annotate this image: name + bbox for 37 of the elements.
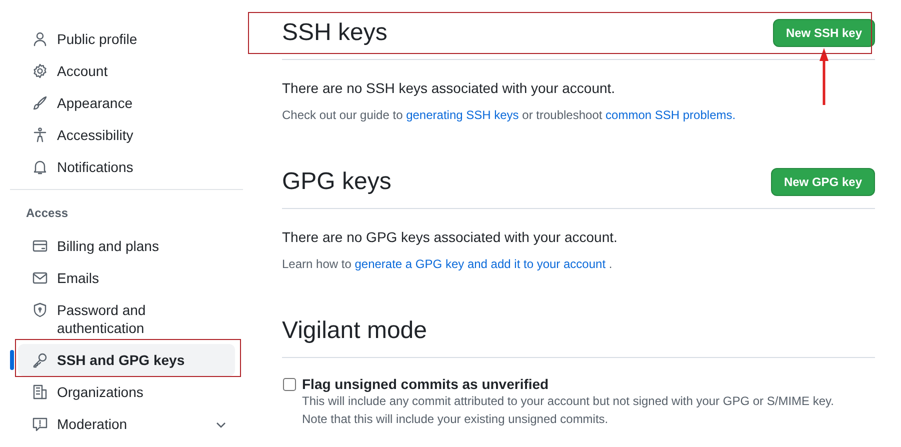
sidebar-item[interactable]: SSH and GPG keys bbox=[18, 344, 235, 376]
sidebar-item[interactable]: Appearance bbox=[18, 87, 235, 119]
empty-message: There are no GPG keys associated with your account. bbox=[282, 228, 618, 247]
sidebar-item[interactable]: Moderation bbox=[18, 408, 235, 440]
section-heading: Access bbox=[25, 205, 70, 222]
option-description: This will include any commit attributed to your account but not signed with your GPG or S/MIME key. bbox=[302, 393, 836, 410]
checkbox[interactable] bbox=[283, 378, 296, 390]
empty-message: There are no SSH keys associated with your account. bbox=[282, 79, 616, 98]
sidebar-item[interactable]: Account bbox=[18, 55, 235, 87]
section-title: Vigilant mode bbox=[282, 317, 427, 345]
sidebar-item[interactable]: Organizations bbox=[18, 376, 235, 408]
accessibility-icon bbox=[32, 127, 48, 143]
link[interactable]: common SSH problems. bbox=[606, 108, 736, 122]
building-icon bbox=[32, 384, 48, 400]
link[interactable]: generating SSH keys bbox=[406, 108, 519, 122]
person-icon bbox=[32, 31, 48, 47]
sidebar-item[interactable]: Password and authentication bbox=[18, 294, 235, 344]
sidebar-item[interactable]: Public profile bbox=[18, 23, 235, 55]
sidebar-item[interactable]: Notifications bbox=[18, 151, 235, 183]
option-label: Flag unsigned commits as unverified bbox=[302, 376, 549, 392]
sidebar-item[interactable]: Billing and plans bbox=[18, 230, 235, 262]
sidebar-item[interactable]: Accessibility bbox=[18, 119, 235, 151]
paintbrush-icon bbox=[32, 95, 48, 111]
section-title: SSH keys bbox=[282, 19, 388, 47]
section-title: GPG keys bbox=[282, 168, 392, 196]
envelope-icon bbox=[32, 270, 48, 286]
bell-icon bbox=[32, 159, 48, 175]
shield-icon bbox=[32, 302, 48, 318]
help-text: Learn how to generate a GPG key and add it to your account . bbox=[282, 256, 614, 273]
link[interactable]: generate a GPG key and add it to your account bbox=[354, 257, 606, 271]
help-text: Check out our guide to generating SSH keys or troubleshoot common SSH problems. bbox=[282, 107, 737, 124]
credit-card-icon bbox=[32, 238, 48, 254]
option-description: Note that this will include your existing unsigned commits. bbox=[302, 411, 610, 428]
sidebar-item[interactable]: Emails bbox=[18, 262, 235, 294]
comment-icon bbox=[32, 416, 48, 432]
gear-icon bbox=[32, 63, 48, 79]
key-icon bbox=[32, 352, 48, 368]
